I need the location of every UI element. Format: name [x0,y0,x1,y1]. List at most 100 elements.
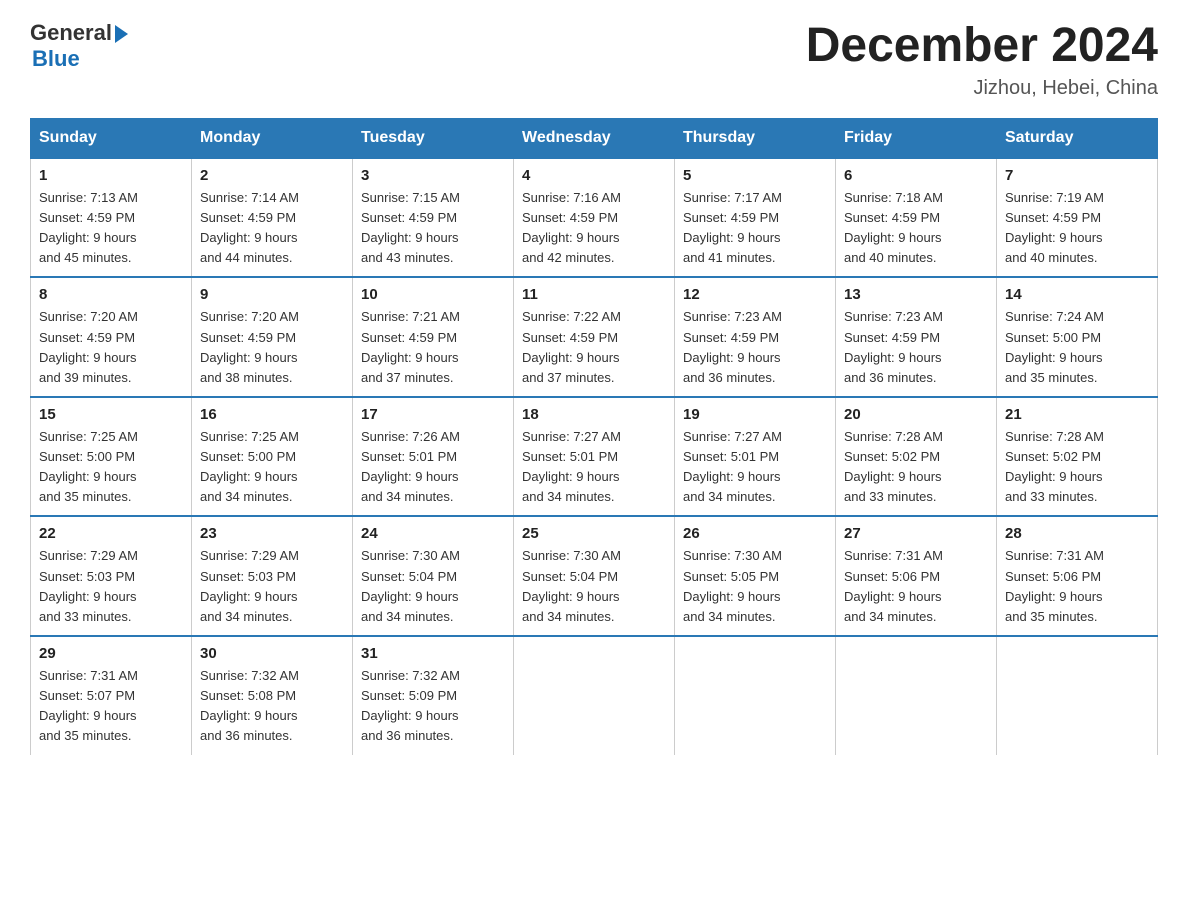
day-number: 1 [39,167,183,184]
day-info: Sunrise: 7:32 AM Sunset: 5:09 PM Dayligh… [361,666,505,747]
table-row: 22 Sunrise: 7:29 AM Sunset: 5:03 PM Dayl… [31,516,192,636]
day-info: Sunrise: 7:31 AM Sunset: 5:07 PM Dayligh… [39,666,183,747]
table-row: 26 Sunrise: 7:30 AM Sunset: 5:05 PM Dayl… [675,516,836,636]
day-number: 22 [39,525,183,542]
day-info: Sunrise: 7:20 AM Sunset: 4:59 PM Dayligh… [200,307,344,388]
day-number: 10 [361,286,505,303]
day-number: 11 [522,286,666,303]
table-row: 31 Sunrise: 7:32 AM Sunset: 5:09 PM Dayl… [353,636,514,755]
table-row: 3 Sunrise: 7:15 AM Sunset: 4:59 PM Dayli… [353,158,514,278]
day-number: 6 [844,167,988,184]
table-row: 4 Sunrise: 7:16 AM Sunset: 4:59 PM Dayli… [514,158,675,278]
day-info: Sunrise: 7:31 AM Sunset: 5:06 PM Dayligh… [1005,546,1149,627]
day-number: 4 [522,167,666,184]
day-info: Sunrise: 7:15 AM Sunset: 4:59 PM Dayligh… [361,188,505,269]
day-number: 17 [361,406,505,423]
logo-blue-text: Blue [32,46,80,72]
table-row: 10 Sunrise: 7:21 AM Sunset: 4:59 PM Dayl… [353,277,514,397]
header-row: Sunday Monday Tuesday Wednesday Thursday… [31,118,1158,158]
day-number: 14 [1005,286,1149,303]
table-row: 21 Sunrise: 7:28 AM Sunset: 5:02 PM Dayl… [997,397,1158,517]
table-row: 11 Sunrise: 7:22 AM Sunset: 4:59 PM Dayl… [514,277,675,397]
header-thursday: Thursday [675,118,836,158]
calendar-table: Sunday Monday Tuesday Wednesday Thursday… [30,118,1158,755]
header-sunday: Sunday [31,118,192,158]
day-number: 20 [844,406,988,423]
day-info: Sunrise: 7:14 AM Sunset: 4:59 PM Dayligh… [200,188,344,269]
day-number: 25 [522,525,666,542]
day-info: Sunrise: 7:32 AM Sunset: 5:08 PM Dayligh… [200,666,344,747]
day-number: 23 [200,525,344,542]
header-saturday: Saturday [997,118,1158,158]
table-row: 12 Sunrise: 7:23 AM Sunset: 4:59 PM Dayl… [675,277,836,397]
location-text: Jizhou, Hebei, China [806,77,1158,100]
day-number: 29 [39,645,183,662]
day-info: Sunrise: 7:30 AM Sunset: 5:04 PM Dayligh… [522,546,666,627]
logo-arrow-icon [115,25,128,43]
header-wednesday: Wednesday [514,118,675,158]
table-row: 7 Sunrise: 7:19 AM Sunset: 4:59 PM Dayli… [997,158,1158,278]
logo-general-text: General [30,20,112,46]
day-info: Sunrise: 7:24 AM Sunset: 5:00 PM Dayligh… [1005,307,1149,388]
month-title: December 2024 [806,20,1158,73]
table-row: 5 Sunrise: 7:17 AM Sunset: 4:59 PM Dayli… [675,158,836,278]
table-row: 18 Sunrise: 7:27 AM Sunset: 5:01 PM Dayl… [514,397,675,517]
day-info: Sunrise: 7:27 AM Sunset: 5:01 PM Dayligh… [522,427,666,508]
table-row: 8 Sunrise: 7:20 AM Sunset: 4:59 PM Dayli… [31,277,192,397]
table-row: 17 Sunrise: 7:26 AM Sunset: 5:01 PM Dayl… [353,397,514,517]
day-info: Sunrise: 7:18 AM Sunset: 4:59 PM Dayligh… [844,188,988,269]
logo: General Blue [30,20,128,72]
day-info: Sunrise: 7:30 AM Sunset: 5:04 PM Dayligh… [361,546,505,627]
table-row: 16 Sunrise: 7:25 AM Sunset: 5:00 PM Dayl… [192,397,353,517]
day-info: Sunrise: 7:22 AM Sunset: 4:59 PM Dayligh… [522,307,666,388]
table-row [836,636,997,755]
day-info: Sunrise: 7:31 AM Sunset: 5:06 PM Dayligh… [844,546,988,627]
day-info: Sunrise: 7:17 AM Sunset: 4:59 PM Dayligh… [683,188,827,269]
day-number: 5 [683,167,827,184]
day-info: Sunrise: 7:29 AM Sunset: 5:03 PM Dayligh… [200,546,344,627]
day-number: 12 [683,286,827,303]
day-info: Sunrise: 7:23 AM Sunset: 4:59 PM Dayligh… [683,307,827,388]
table-row: 2 Sunrise: 7:14 AM Sunset: 4:59 PM Dayli… [192,158,353,278]
day-info: Sunrise: 7:29 AM Sunset: 5:03 PM Dayligh… [39,546,183,627]
day-info: Sunrise: 7:25 AM Sunset: 5:00 PM Dayligh… [200,427,344,508]
day-number: 21 [1005,406,1149,423]
day-info: Sunrise: 7:28 AM Sunset: 5:02 PM Dayligh… [1005,427,1149,508]
day-info: Sunrise: 7:28 AM Sunset: 5:02 PM Dayligh… [844,427,988,508]
day-number: 30 [200,645,344,662]
day-number: 2 [200,167,344,184]
day-number: 16 [200,406,344,423]
day-number: 18 [522,406,666,423]
day-number: 8 [39,286,183,303]
table-row [514,636,675,755]
table-row: 29 Sunrise: 7:31 AM Sunset: 5:07 PM Dayl… [31,636,192,755]
day-number: 19 [683,406,827,423]
title-block: December 2024 Jizhou, Hebei, China [806,20,1158,100]
table-row: 13 Sunrise: 7:23 AM Sunset: 4:59 PM Dayl… [836,277,997,397]
header-monday: Monday [192,118,353,158]
day-number: 31 [361,645,505,662]
day-number: 9 [200,286,344,303]
day-info: Sunrise: 7:19 AM Sunset: 4:59 PM Dayligh… [1005,188,1149,269]
day-number: 7 [1005,167,1149,184]
table-row: 19 Sunrise: 7:27 AM Sunset: 5:01 PM Dayl… [675,397,836,517]
day-number: 13 [844,286,988,303]
table-row: 23 Sunrise: 7:29 AM Sunset: 5:03 PM Dayl… [192,516,353,636]
table-row: 6 Sunrise: 7:18 AM Sunset: 4:59 PM Dayli… [836,158,997,278]
day-info: Sunrise: 7:23 AM Sunset: 4:59 PM Dayligh… [844,307,988,388]
day-number: 24 [361,525,505,542]
table-row: 25 Sunrise: 7:30 AM Sunset: 5:04 PM Dayl… [514,516,675,636]
day-number: 27 [844,525,988,542]
table-row [997,636,1158,755]
table-row [675,636,836,755]
table-row: 27 Sunrise: 7:31 AM Sunset: 5:06 PM Dayl… [836,516,997,636]
day-number: 26 [683,525,827,542]
day-info: Sunrise: 7:30 AM Sunset: 5:05 PM Dayligh… [683,546,827,627]
day-info: Sunrise: 7:20 AM Sunset: 4:59 PM Dayligh… [39,307,183,388]
table-row: 28 Sunrise: 7:31 AM Sunset: 5:06 PM Dayl… [997,516,1158,636]
header-friday: Friday [836,118,997,158]
day-info: Sunrise: 7:25 AM Sunset: 5:00 PM Dayligh… [39,427,183,508]
day-info: Sunrise: 7:26 AM Sunset: 5:01 PM Dayligh… [361,427,505,508]
table-row: 14 Sunrise: 7:24 AM Sunset: 5:00 PM Dayl… [997,277,1158,397]
day-number: 3 [361,167,505,184]
